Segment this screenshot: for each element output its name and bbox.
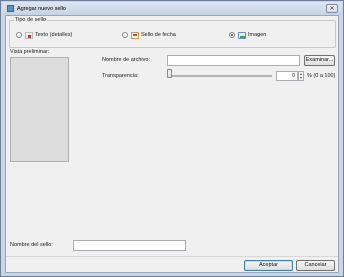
browse-button[interactable]: Examinar... — [304, 55, 335, 66]
spin-up-icon[interactable] — [300, 73, 302, 75]
transparency-spinner[interactable] — [298, 71, 304, 81]
transparency-range-hint: % (0 a 100) — [307, 73, 336, 79]
text-stamp-icon — [25, 31, 33, 39]
radio-label: Imagen — [248, 32, 267, 38]
filename-label: Nombre de archivo: — [102, 57, 150, 63]
transparency-slider-thumb[interactable] — [167, 69, 172, 78]
footer-divider — [6, 256, 338, 257]
app-icon — [7, 5, 14, 12]
radio-image-stamp[interactable]: Imagen — [229, 31, 266, 39]
spin-down-icon[interactable] — [300, 77, 302, 79]
close-button[interactable]: ✕ — [326, 4, 338, 13]
filename-input[interactable] — [167, 55, 300, 66]
window-title: Agregar nuevo sello — [17, 6, 66, 12]
stamp-type-group: Tipo de sello Texto (detalles) Sello de … — [9, 17, 336, 48]
cancel-button[interactable]: Cancelar — [296, 260, 335, 271]
dialog-body: Tipo de sello Texto (detalles) Sello de … — [5, 15, 339, 273]
stamp-name-input[interactable] — [73, 240, 186, 251]
transparency-label: Transparencia: — [102, 73, 139, 79]
stamp-type-legend: Tipo de sello — [14, 17, 47, 23]
preview-area — [10, 57, 69, 162]
radio-text-stamp[interactable]: Texto (detalles) — [16, 31, 72, 39]
title-bar[interactable]: Agregar nuevo sello ✕ — [2, 2, 342, 15]
radio-button[interactable] — [16, 32, 22, 38]
dialog-window: Agregar nuevo sello ✕ Tipo de sello Text… — [0, 0, 344, 277]
radio-button[interactable] — [122, 32, 128, 38]
radio-label: Texto (detalles) — [35, 32, 73, 38]
transparency-slider-track[interactable] — [167, 75, 272, 77]
transparency-input[interactable]: 0 — [276, 71, 298, 81]
radio-label: Sello de fecha — [141, 32, 176, 38]
preview-label: Vista preliminar: — [10, 49, 50, 55]
image-stamp-icon — [238, 31, 246, 39]
accept-button[interactable]: Aceptar — [244, 260, 293, 271]
radio-button-selected[interactable] — [229, 32, 235, 38]
date-stamp-icon — [131, 31, 139, 39]
radio-date-stamp[interactable]: Sello de fecha — [122, 31, 176, 39]
stamp-name-label: Nombre del sello: — [10, 242, 53, 248]
